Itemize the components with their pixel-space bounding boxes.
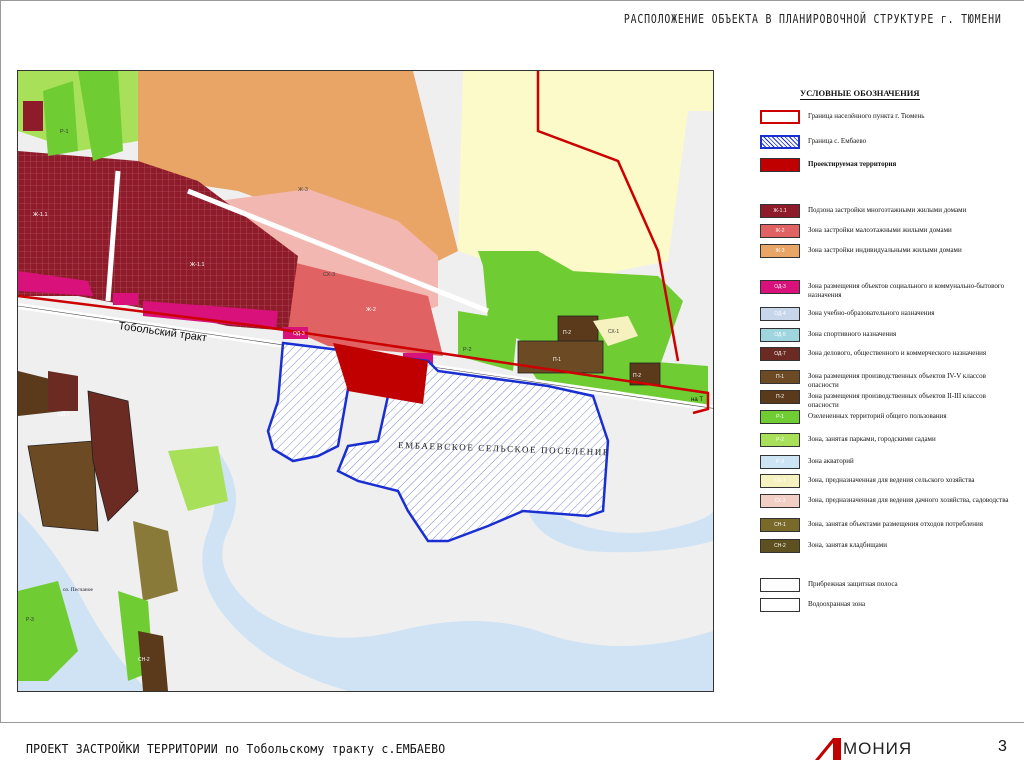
legend-item: Граница населённого пункта г. Тюмень (760, 110, 1022, 124)
legend-item: Ж-2 Зона застройки малоэтажными жилыми до… (760, 224, 1022, 238)
legend-swatch: ОД-4 (760, 307, 800, 321)
legend-label: Граница с. Ембаево (808, 137, 867, 145)
legend-swatch: Р-1 (760, 410, 800, 424)
legend-label: Проектируемая территория (808, 160, 897, 168)
zone-code-production: П-1 (553, 357, 561, 363)
zone-code-residential-individual: Ж-3 (298, 187, 308, 193)
zone-code-social: ОД-3 (293, 331, 305, 337)
zone-residential-small (23, 101, 43, 131)
legend-swatch: Ж-2 (760, 224, 800, 238)
legend-item: СХ-3 Зона, предназначенная для ведения да… (760, 494, 1022, 508)
legend-item: Граница с. Ембаево (760, 135, 1022, 149)
legend-item: СН-1 Зона, занятая объектами размещения о… (760, 518, 1022, 532)
legend-item: ОД-5 Зона спортивного назначения (760, 328, 1022, 342)
legend-label: Подзона застройки многоэтажными жилыми д… (808, 206, 967, 214)
legend-item: СН-2 Зона, занятая кладбищами (760, 539, 1022, 553)
legend-swatch: Р-3 (760, 455, 800, 469)
zone-code-agri: СХ-1 (608, 329, 619, 335)
legend-swatch (760, 135, 800, 149)
legend-item: П-2 Зона размещения производственных объе… (760, 390, 1022, 410)
legend-swatch: ОД-3 (760, 280, 800, 294)
legend-label: Граница населённого пункта г. Тюмень (808, 112, 925, 120)
legend-swatch: П-1 (760, 370, 800, 384)
frame-top-line (0, 0, 1024, 1)
legend-swatch: СХ-3 (760, 494, 800, 508)
legend-swatch: ОД-5 (760, 328, 800, 342)
legend-swatch: СХ-1 (760, 474, 800, 488)
zone-code-production-2: П-2 (563, 330, 571, 336)
legend-label: Озелененных территорий общего пользовани… (808, 412, 947, 420)
logo-mark-icon (815, 738, 841, 760)
legend-label: Зона учебно-образовательного назначения (808, 309, 935, 317)
legend-item: ОД-4 Зона учебно-образовательного назначе… (760, 307, 1022, 321)
legend-label: Водоохранная зона (808, 600, 866, 608)
zone-code-water: Р-3 (26, 617, 34, 623)
legend-label: Зона, предназначенная для ведения сельск… (808, 476, 975, 484)
legend-label: Зона застройки индивидуальными жилыми до… (808, 246, 962, 254)
legend-item: СХ-1 Зона, предназначенная для ведения се… (760, 474, 1022, 488)
zone-business-w2 (48, 371, 78, 411)
frame-left-line (0, 0, 1, 722)
zone-code-cemetery: СН-2 (138, 657, 150, 663)
legend-swatch: П-2 (760, 390, 800, 404)
road-label-right: на Т (691, 397, 703, 403)
legend-swatch (760, 110, 800, 124)
legend-swatch: Р-2 (760, 433, 800, 447)
zone-code-residential-multi-2: Ж-1.1 (33, 212, 48, 218)
legend-swatch: СН-2 (760, 539, 800, 553)
legend-swatch: СН-1 (760, 518, 800, 532)
legend-swatch: Ж-3 (760, 244, 800, 258)
legend-label: Зона размещения объектов социального и к… (808, 282, 1005, 299)
legend-item: ОД-3 Зона размещения объектов социального… (760, 280, 1022, 300)
zone-code-residential-multi: Ж-1.1 (190, 262, 205, 268)
legend-item: Р-2 Зона, занятая парками, городскими сад… (760, 433, 1022, 447)
zone-code-dacha: СХ-3 (323, 272, 335, 278)
zoning-map[interactable]: Тобольский тракт на Т ЕМБАЕВСКОЕ СЕЛЬСКО… (17, 70, 714, 692)
legend-label: Прибрежная защитная полоса (808, 580, 898, 588)
zone-greenery-nw (43, 81, 78, 156)
zone-code-park: Р-1 (60, 129, 69, 135)
legend-item: Прибрежная защитная полоса (760, 578, 1022, 592)
frame-bottom-line (0, 722, 1024, 723)
legend-label: Зона, занятая парками, городскими садами (808, 435, 936, 443)
page-number: 3 (998, 738, 1007, 755)
zone-code-park-2: Р-2 (463, 347, 472, 353)
legend-item: П-1 Зона размещения производственных объе… (760, 370, 1022, 390)
legend-item: ОД-7 Зона делового, общественного и комме… (760, 347, 1022, 361)
legend-swatch: Ж-1.1 (760, 204, 800, 218)
zone-code-business: ОД-7 (58, 412, 70, 418)
legend-swatch (760, 578, 800, 592)
legend-item: Ж-1.1 Подзона застройки многоэтажными жил… (760, 204, 1022, 218)
legend-label: Зона, занятая кладбищами (808, 541, 887, 549)
legend-swatch (760, 158, 800, 172)
legend-item: Р-1 Озелененных территорий общего пользов… (760, 410, 1022, 424)
legend-title: УСЛОВНЫЕ ОБОЗНАЧЕНИЯ (800, 88, 920, 98)
zone-code-production-3: П-2 (633, 373, 641, 379)
legend-label: Зона размещения производственных объекто… (808, 392, 986, 409)
legend-label: Зона размещения производственных объекто… (808, 372, 986, 389)
legend-swatch: ОД-7 (760, 347, 800, 361)
legend-item: Р-3 Зона акваторий (760, 455, 1022, 469)
legend-label: Зона, предназначенная для ведения дачног… (808, 496, 1009, 504)
legend-label: Зона делового, общественного и коммерчес… (808, 349, 987, 357)
legend-item: Водоохранная зона (760, 598, 1022, 612)
map-canvas: Тобольский тракт на Т ЕМБАЕВСКОЕ СЕЛЬСКО… (18, 71, 713, 691)
legend-item: Проектируемая территория (760, 158, 1022, 172)
company-logo: МОНИЯ (815, 738, 912, 760)
legend-label: Зона застройки малоэтажными жилыми домам… (808, 226, 952, 234)
legend-label: Зона спортивного назначения (808, 330, 897, 338)
legend-item: Ж-3 Зона застройки индивидуальными жилыми… (760, 244, 1022, 258)
legend-swatch (760, 598, 800, 612)
project-title: ПРОЕКТ ЗАСТРОЙКИ ТЕРРИТОРИИ по Тобольско… (26, 741, 446, 756)
zone-social-2 (113, 293, 138, 305)
page-header-title: РАСПОЛОЖЕНИЕ ОБЪЕКТА В ПЛАНИРОВОЧНОЙ СТР… (624, 12, 1002, 26)
legend-label: Зона, занятая объектами размещения отход… (808, 520, 984, 528)
legend-label: Зона акваторий (808, 457, 854, 465)
zone-code-residential-low: Ж-2 (366, 307, 376, 313)
logo-text: МОНИЯ (843, 739, 913, 758)
lake-label: оз. Песчаное (63, 587, 94, 593)
